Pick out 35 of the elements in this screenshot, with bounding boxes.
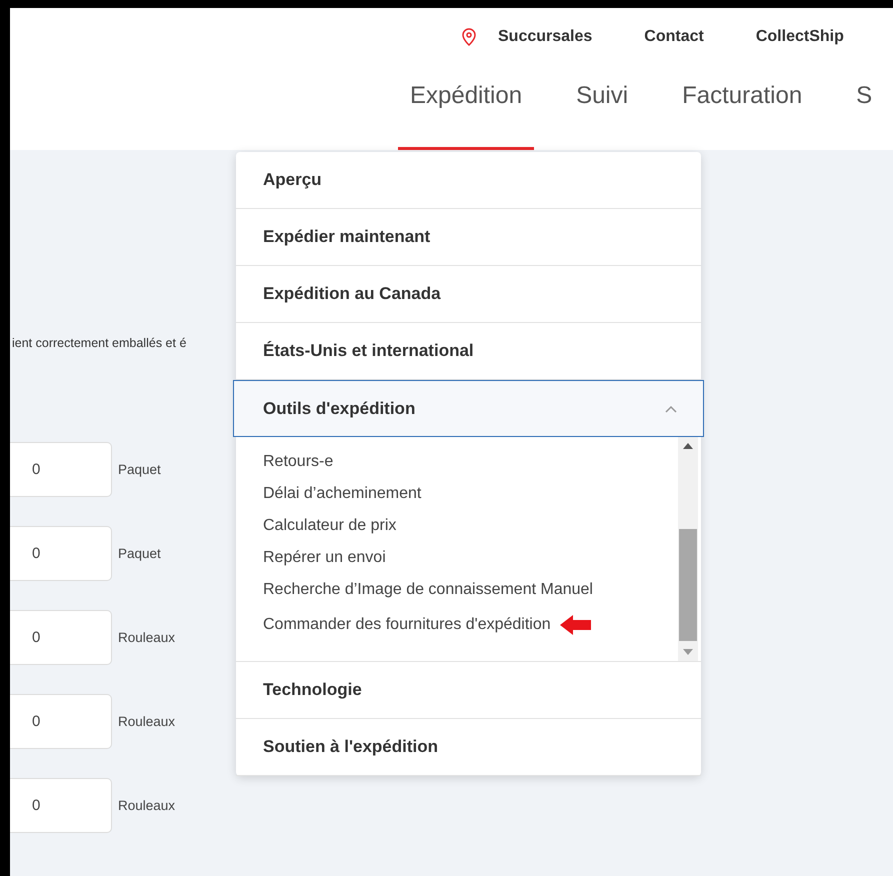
submenu-link[interactable]: Retours-e <box>263 453 334 471</box>
unit-label: Paquet <box>118 462 161 477</box>
scroll-up-icon[interactable] <box>683 443 693 449</box>
unit-label: Rouleaux <box>118 714 176 729</box>
submenu-link[interactable]: Repérer un envoi <box>263 549 386 567</box>
menu-item[interactable]: Technologie <box>236 662 701 719</box>
menu-item[interactable]: Soutien à l'expédition <box>236 719 701 776</box>
nav-tab[interactable]: Facturation <box>670 66 814 150</box>
menu-item[interactable]: Expédition au Canada <box>236 266 701 323</box>
location-pin-icon <box>462 28 476 46</box>
quantity-field[interactable]: 0 <box>10 442 112 497</box>
submenu-link[interactable]: Calculateur de prix <box>263 517 396 535</box>
scroll-thumb[interactable] <box>679 529 697 641</box>
menu-item[interactable]: Outils d'expédition <box>233 380 704 437</box>
top-link[interactable]: Contact <box>644 28 704 46</box>
quantity-field[interactable]: 0 <box>10 526 112 581</box>
quantity-field[interactable]: 0 <box>10 778 112 833</box>
unit-label: Rouleaux <box>118 630 176 645</box>
scroll-down-icon[interactable] <box>683 649 693 655</box>
nav-tab[interactable]: Suivi <box>564 66 640 150</box>
menu-item[interactable]: Expédier maintenant <box>236 209 701 266</box>
quantity-field[interactable]: 0 <box>10 694 112 749</box>
quantity-field[interactable]: 0 <box>10 610 112 665</box>
top-link[interactable]: CollectShip <box>756 28 844 46</box>
chevron-up-icon <box>665 404 677 412</box>
submenu-link[interactable]: Commander des fournitures d'expédition <box>263 616 551 634</box>
unit-label: Rouleaux <box>118 798 176 813</box>
body-text: ient correctement emballés et é <box>12 336 186 350</box>
nav-tab[interactable]: S <box>844 66 884 150</box>
submenu-link[interactable]: Recherche d’Image de connaissement Manuel <box>263 581 593 599</box>
scrollbar[interactable] <box>678 437 698 661</box>
menu-item[interactable]: Aperçu <box>236 152 701 209</box>
top-link[interactable]: Succursales <box>462 28 592 46</box>
unit-label: Paquet <box>118 546 161 561</box>
submenu-link[interactable]: Délai d’acheminement <box>263 485 422 503</box>
